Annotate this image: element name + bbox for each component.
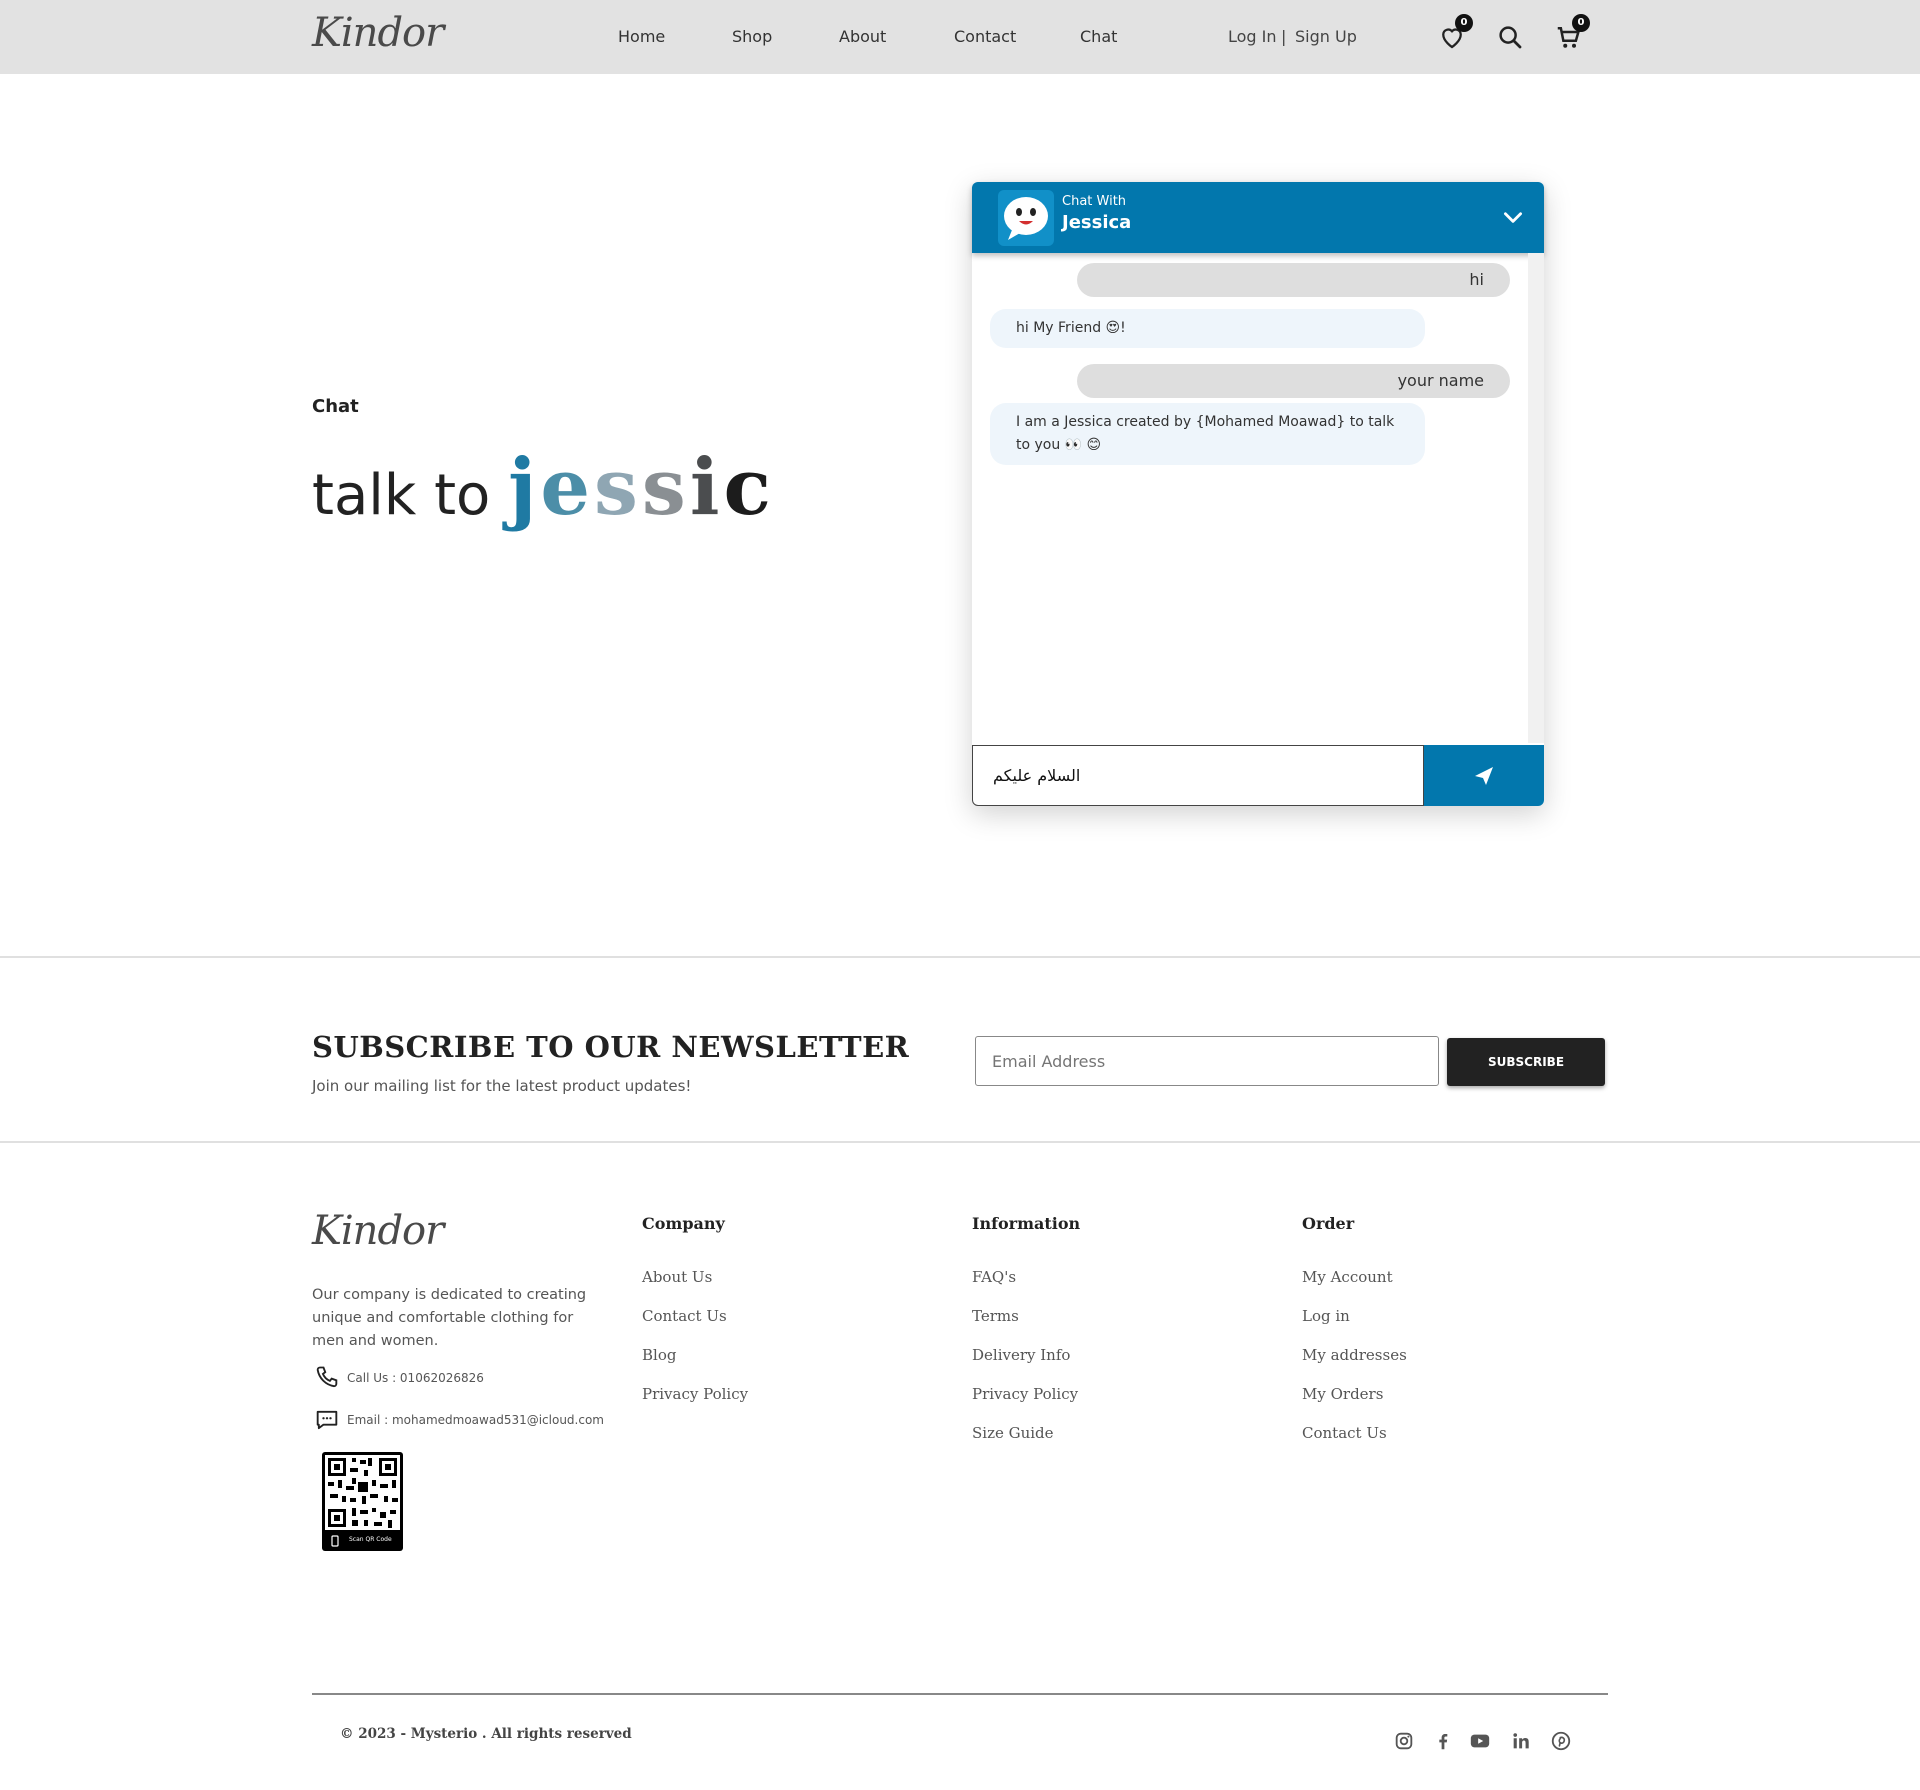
bot-avatar [998, 190, 1054, 246]
chat-message-bot: I am a Jessica created by {Mohamed Moawa… [990, 403, 1425, 465]
newsletter-email-input[interactable] [976, 1037, 1438, 1085]
chat-header-name: Jessica [1062, 212, 1132, 233]
footer-link-my-account[interactable]: My Account [1302, 1268, 1393, 1286]
youtube-icon[interactable] [1469, 1730, 1491, 1752]
facebook-icon[interactable] [1432, 1730, 1454, 1752]
cart-button[interactable]: 0 [1554, 14, 1590, 52]
cart-count-badge: 0 [1572, 14, 1590, 32]
footer-link-terms[interactable]: Terms [972, 1307, 1019, 1325]
footer-logo[interactable]: Kindor [312, 1208, 444, 1254]
search-icon [1499, 26, 1522, 49]
footer-link-about-us[interactable]: About Us [642, 1268, 712, 1286]
copyright-text: © 2023 - Mysterio . All rights reserved [340, 1726, 632, 1742]
page: Kindor Home Shop About Contact Chat Log … [0, 0, 1920, 1790]
newsletter-email-box[interactable] [975, 1036, 1439, 1086]
chat-scrollbar[interactable] [1528, 253, 1544, 743]
hero-name-letter: s [641, 442, 690, 533]
site-header: Kindor Home Shop About Contact Chat Log … [0, 0, 1920, 74]
subscribe-button[interactable]: SUBSCRIBE [1447, 1038, 1605, 1086]
footer-link-privacy-policy[interactable]: Privacy Policy [642, 1385, 748, 1403]
chat-bubble-icon [316, 1410, 338, 1430]
search-button[interactable] [1495, 22, 1525, 52]
nav-chat[interactable]: Chat [1080, 27, 1117, 46]
hero-name-letter: s [593, 442, 642, 533]
footer-link-my-orders[interactable]: My Orders [1302, 1385, 1383, 1403]
section-divider [0, 956, 1920, 958]
footer-link-delivery-info[interactable]: Delivery Info [972, 1346, 1070, 1364]
chat-messages[interactable]: hi hi My Friend 😍! your name I am a Jess… [972, 253, 1544, 743]
chat-input-box[interactable] [972, 745, 1424, 806]
footer-link-size-guide[interactable]: Size Guide [972, 1424, 1054, 1442]
chat-bot-icon [1004, 197, 1048, 240]
wishlist-button[interactable]: 0 [1437, 14, 1473, 52]
nav-about[interactable]: About [839, 27, 886, 46]
qr-code[interactable]: Scan QR Code [322, 1452, 403, 1551]
chat-message-user: your name [1077, 364, 1510, 398]
hero-name-letter: c [723, 442, 775, 533]
hero-title: talk to jessic [312, 442, 775, 533]
wishlist-count-badge: 0 [1455, 14, 1473, 32]
hero-label: Chat [312, 396, 359, 417]
send-button[interactable] [1424, 745, 1544, 806]
chat-message-bot: hi My Friend 😍! [990, 309, 1425, 348]
footer-link-contact-us[interactable]: Contact Us [1302, 1424, 1387, 1442]
qr-caption: Scan QR Code [349, 1536, 392, 1543]
footer-link-my-addresses[interactable]: My addresses [1302, 1346, 1407, 1364]
footer-description: Our company is dedicated to creating uni… [312, 1287, 587, 1349]
footer-link-log-in[interactable]: Log in [1302, 1307, 1350, 1325]
chevron-down-icon[interactable] [1500, 204, 1526, 230]
footer-information-title: Information [972, 1214, 1081, 1233]
nav-shop[interactable]: Shop [732, 27, 772, 46]
chat-header[interactable]: Chat With Jessica [972, 182, 1544, 253]
footer-link-faqs[interactable]: FAQ's [972, 1268, 1016, 1286]
login-link[interactable]: Log In [1228, 27, 1277, 46]
pinterest-icon[interactable] [1550, 1730, 1572, 1752]
hero-title-prefix: talk to [312, 463, 491, 528]
phone-icon [316, 1366, 338, 1388]
linkedin-icon[interactable] [1510, 1730, 1532, 1752]
footer-company-title: Company [642, 1214, 725, 1233]
hero-name-letter: j [508, 442, 541, 533]
chat-header-caption: Chat With [1062, 194, 1127, 209]
footer-email[interactable]: Email : mohamedmoawad531@icloud.com [347, 1413, 604, 1427]
instagram-icon[interactable] [1393, 1730, 1415, 1752]
footer-link-blog[interactable]: Blog [642, 1346, 676, 1364]
footer-divider [312, 1693, 1608, 1695]
section-divider [0, 1141, 1920, 1143]
chat-widget: Chat With Jessica hi hi My Friend 😍! you… [972, 182, 1544, 806]
footer-order-title: Order [1302, 1214, 1355, 1233]
footer-link-contact-us[interactable]: Contact Us [642, 1307, 727, 1325]
newsletter-title: SUBSCRIBE TO OUR NEWSLETTER [312, 1030, 910, 1064]
nav-contact[interactable]: Contact [954, 27, 1016, 46]
footer-phone[interactable]: Call Us : 01062026826 [347, 1371, 484, 1385]
send-icon [1475, 767, 1493, 785]
chat-message-user: hi [1077, 263, 1510, 297]
nav-home[interactable]: Home [618, 27, 665, 46]
footer-link-privacy-policy[interactable]: Privacy Policy [972, 1385, 1078, 1403]
chat-message-input[interactable] [973, 746, 1423, 805]
hero-name-letter: i [689, 442, 724, 533]
auth-separator: | [1281, 27, 1287, 46]
signup-link[interactable]: Sign Up [1295, 27, 1357, 46]
site-logo[interactable]: Kindor [312, 10, 444, 56]
newsletter-subtitle: Join our mailing list for the latest pro… [312, 1077, 692, 1095]
hero-name: jessic [508, 442, 775, 533]
hero-name-letter: e [540, 442, 594, 533]
